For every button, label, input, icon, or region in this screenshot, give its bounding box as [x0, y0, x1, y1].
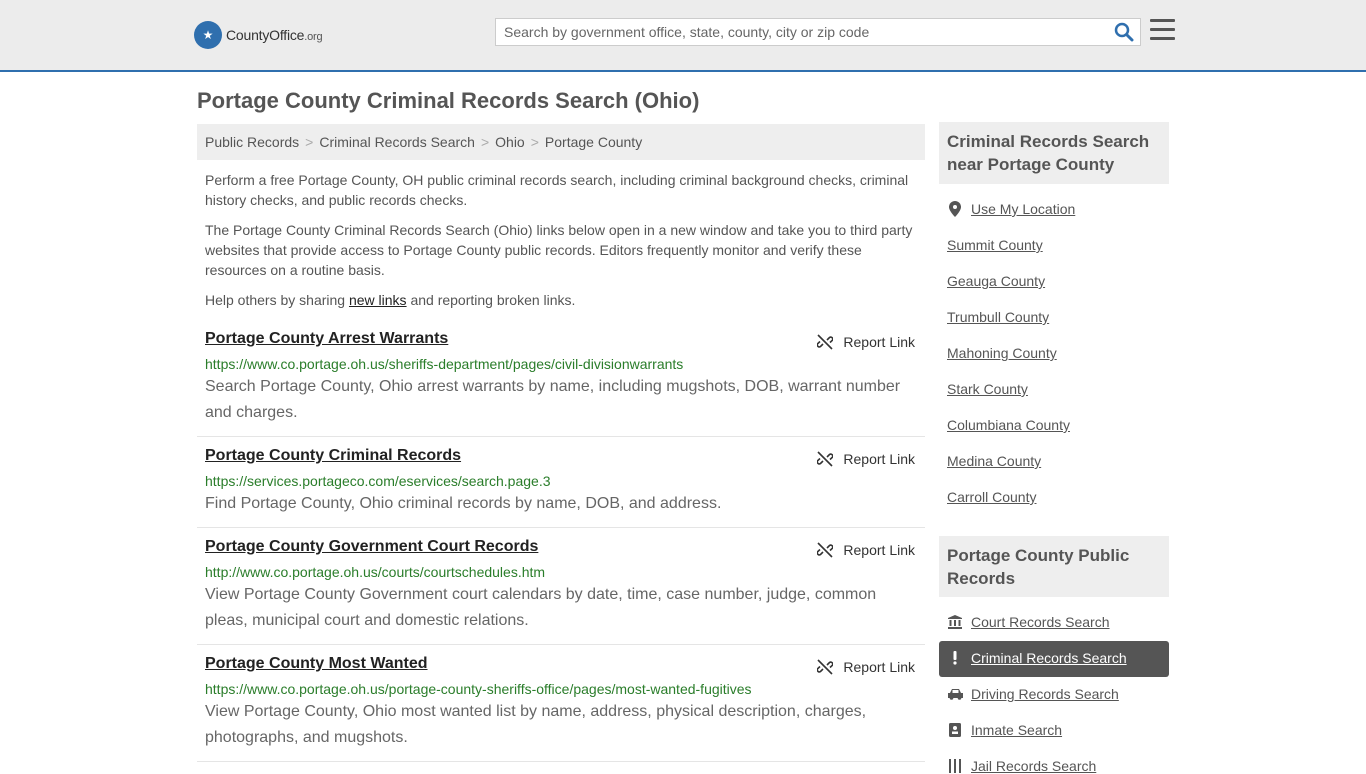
result-title-link[interactable]: Portage County Most Wanted — [205, 655, 428, 673]
nearby-county-link[interactable]: Geauga County — [947, 273, 1045, 289]
broken-link-icon — [817, 334, 834, 350]
nearby-county-link[interactable]: Carroll County — [947, 489, 1036, 505]
site-logo[interactable]: ★ CountyOffice.org — [194, 20, 323, 50]
result-description: Find Portage County, Ohio criminal recor… — [205, 495, 722, 512]
broken-link-icon — [817, 542, 834, 558]
result-url[interactable]: https://www.co.portage.oh.us/portage-cou… — [205, 681, 752, 697]
jail-records-search-link[interactable]: Jail Records Search — [947, 758, 1096, 774]
driving-records-search-link[interactable]: Driving Records Search — [947, 686, 1119, 702]
breadcrumb-portage-county[interactable]: Portage County — [545, 134, 642, 150]
search-box — [495, 18, 1141, 46]
criminal-records-search-link[interactable]: Criminal Records Search — [947, 650, 1127, 666]
intro-paragraph-3: Help others by sharing new links and rep… — [205, 292, 576, 308]
result-description: View Portage County Government court cal… — [205, 586, 877, 629]
report-link-label: Report Link — [843, 334, 915, 350]
court-records-search-link[interactable]: Court Records Search — [947, 614, 1110, 630]
breadcrumb: Public Records > Criminal Records Search > O… — [197, 124, 925, 160]
map-pin-icon — [947, 201, 963, 217]
result-url[interactable]: https://services.portageco.com/eservices… — [205, 473, 551, 489]
nearby-county-link[interactable]: Columbiana County — [947, 417, 1070, 433]
report-link-label: Report Link — [843, 451, 915, 467]
breadcrumb-ohio[interactable]: Ohio — [495, 134, 525, 150]
site-header: ★ CountyOffice.org — [0, 0, 1366, 72]
eagle-logo-icon: ★ — [194, 21, 222, 49]
inmate-search-link[interactable]: Inmate Search — [947, 722, 1062, 738]
search-icon[interactable] — [1114, 22, 1134, 42]
courthouse-icon — [947, 615, 963, 629]
nearby-county-link[interactable]: Medina County — [947, 453, 1041, 469]
nearby-county-link[interactable]: Mahoning County — [947, 345, 1057, 361]
intro-paragraph-1: Perform a free Portage County, OH public… — [205, 172, 909, 208]
intro-paragraph-2: The Portage County Criminal Records Sear… — [205, 222, 913, 278]
public-records-heading: Portage County Public Records — [939, 536, 1169, 597]
hamburger-menu-icon[interactable] — [1150, 19, 1175, 41]
result-item: Portage County Most Wanted Report Link h… — [197, 655, 925, 762]
exclamation-icon — [947, 651, 963, 665]
breadcrumb-public-records[interactable]: Public Records — [205, 134, 299, 150]
result-url[interactable]: http://www.co.portage.oh.us/courts/court… — [205, 564, 545, 580]
nearby-county-link[interactable]: Stark County — [947, 381, 1028, 397]
result-item: Portage County Criminal Records Report L… — [197, 447, 925, 528]
result-url[interactable]: https://www.co.portage.oh.us/sheriffs-de… — [205, 356, 683, 372]
broken-link-icon — [817, 659, 834, 675]
nearby-county-link[interactable]: Summit County — [947, 237, 1043, 253]
result-description: View Portage County, Ohio most wanted li… — [205, 703, 867, 746]
report-link-button[interactable]: Report Link — [817, 334, 915, 350]
use-my-location-link[interactable]: Use My Location — [947, 201, 1075, 217]
nearby-counties-heading: Criminal Records Search near Portage Cou… — [939, 122, 1169, 184]
page-title: Portage County Criminal Records Search (… — [197, 88, 700, 113]
jail-icon — [947, 759, 963, 773]
report-link-label: Report Link — [843, 542, 915, 558]
search-input[interactable] — [496, 19, 1096, 45]
report-link-button[interactable]: Report Link — [817, 659, 915, 675]
car-icon — [947, 688, 963, 700]
result-description: Search Portage County, Ohio arrest warra… — [205, 378, 901, 421]
report-link-button[interactable]: Report Link — [817, 451, 915, 467]
result-title-link[interactable]: Portage County Government Court Records — [205, 538, 538, 556]
breadcrumb-criminal-records-search[interactable]: Criminal Records Search — [319, 134, 475, 150]
logo-text: CountyOffice — [226, 27, 305, 43]
result-item: Portage County Arrest Warrants Report Li… — [197, 330, 925, 437]
result-item: Portage County Government Court Records … — [197, 538, 925, 645]
report-link-label: Report Link — [843, 659, 915, 675]
broken-link-icon — [817, 451, 834, 467]
new-links-link[interactable]: new links — [349, 292, 407, 308]
report-link-button[interactable]: Report Link — [817, 542, 915, 558]
result-title-link[interactable]: Portage County Arrest Warrants — [205, 330, 448, 348]
id-badge-icon — [947, 723, 963, 737]
nearby-county-link[interactable]: Trumbull County — [947, 309, 1049, 325]
logo-suffix: .org — [304, 31, 323, 43]
result-title-link[interactable]: Portage County Criminal Records — [205, 447, 461, 465]
